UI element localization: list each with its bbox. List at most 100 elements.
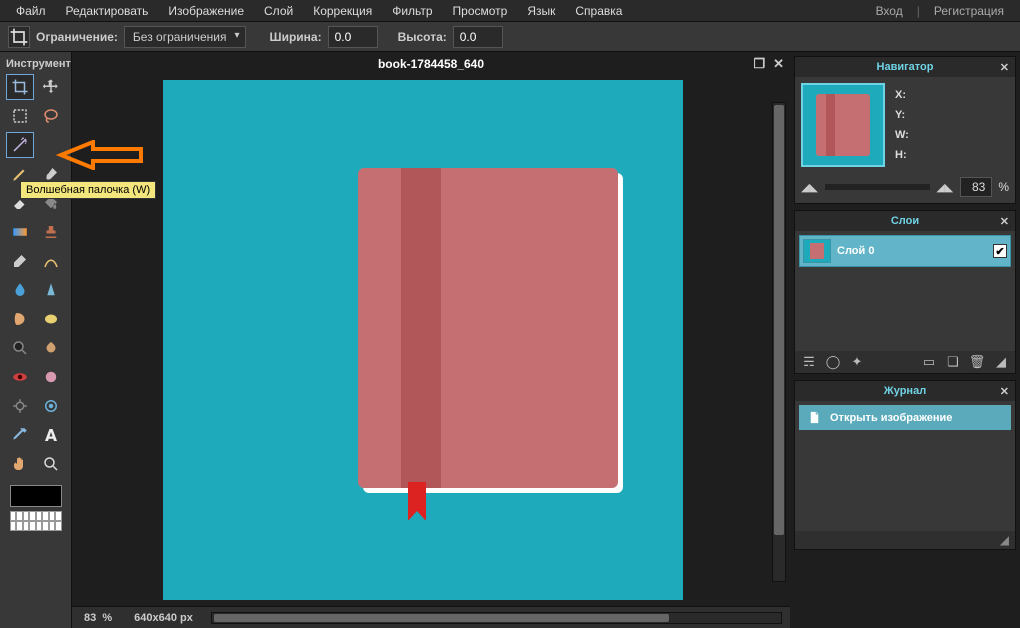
menu-help[interactable]: Справка [565, 1, 632, 21]
toolbox-title: Инструмент [4, 56, 67, 74]
width-input[interactable]: 0.0 [328, 26, 378, 48]
canvas-area: book-1784458_640 ❐ ✕ 83 % 640x640 px [72, 52, 790, 628]
blur-tool[interactable] [6, 277, 34, 303]
window-restore-icon[interactable]: ❐ [753, 56, 765, 72]
gradient-tool[interactable] [6, 219, 34, 245]
history-resize-icon[interactable]: ◢ [1000, 533, 1009, 547]
layer-visibility-checkbox[interactable]: ✔ [993, 244, 1007, 258]
sharpen-tool[interactable] [37, 277, 65, 303]
dodge-tool[interactable] [6, 335, 34, 361]
foreground-color-swatch[interactable] [10, 485, 62, 507]
layer-style-icon[interactable]: ✦ [849, 354, 865, 370]
lasso-tool[interactable] [37, 103, 65, 129]
height-label: Высота: [398, 30, 447, 44]
login-link[interactable]: Вход [866, 1, 913, 21]
bloat-tool[interactable] [6, 393, 34, 419]
layers-close-icon[interactable]: ✕ [1000, 215, 1009, 228]
spot-heal-tool[interactable] [37, 364, 65, 390]
menu-bar: Файл Редактировать Изображение Слой Корр… [0, 0, 1020, 22]
crop-tool[interactable] [6, 74, 34, 100]
register-link[interactable]: Регистрация [924, 1, 1014, 21]
zoom-tool[interactable] [37, 451, 65, 477]
nav-y-label: Y: [895, 109, 909, 121]
crop-tool-icon [8, 26, 30, 48]
book-spine-shape [401, 168, 441, 488]
nav-h-label: H: [895, 149, 909, 161]
constraint-label: Ограничение: [36, 30, 118, 44]
history-footer: ◢ [795, 531, 1015, 549]
document-title: book-1784458_640 [378, 57, 484, 71]
hand-tool[interactable] [6, 451, 34, 477]
layer-mask-icon[interactable]: ◯ [825, 354, 841, 370]
tool-options-bar: Ограничение: Без ограничения Ширина: 0.0… [0, 22, 1020, 52]
history-close-icon[interactable]: ✕ [1000, 385, 1009, 398]
vertical-scrollbar[interactable] [772, 102, 786, 582]
empty-tool-1 [37, 132, 65, 158]
type-tool[interactable] [37, 422, 65, 448]
window-close-icon[interactable]: ✕ [773, 56, 784, 72]
marquee-tool[interactable] [6, 103, 34, 129]
history-item-label: Открыть изображение [830, 412, 952, 424]
width-label: Ширина: [270, 30, 322, 44]
right-panel-area: Навигатор ✕ X: Y: W: H: ◢◣ ◢◣ 83 % [790, 52, 1020, 628]
navigator-zoom-percent: % [998, 180, 1009, 194]
status-bar: 83 % 640x640 px [72, 606, 790, 628]
zoom-value: 83 [84, 612, 96, 624]
navigator-panel: Навигатор ✕ X: Y: W: H: ◢◣ ◢◣ 83 % [794, 56, 1016, 204]
zoom-slider[interactable] [825, 184, 930, 190]
background-color-swatch[interactable] [10, 511, 62, 531]
draw-tool[interactable] [37, 248, 65, 274]
move-tool[interactable] [37, 74, 65, 100]
layer-new-icon[interactable]: ▭ [921, 354, 937, 370]
book-shape [358, 168, 618, 488]
canvas-viewport[interactable] [72, 76, 790, 606]
stamp-tool[interactable] [37, 219, 65, 245]
menu-lang[interactable]: Язык [517, 1, 565, 21]
navigator-title: Навигатор [877, 61, 934, 73]
smudge-tool[interactable] [6, 306, 34, 332]
eyedropper-tool[interactable] [6, 422, 34, 448]
wand-tooltip: Волшебная палочка (W) [20, 181, 156, 199]
layer-name: Слой 0 [837, 245, 987, 257]
navigator-thumbnail[interactable] [801, 83, 885, 167]
canvas[interactable] [163, 80, 683, 600]
horizontal-scrollbar[interactable] [211, 612, 782, 624]
burn-tool[interactable] [37, 335, 65, 361]
layers-footer: ☴ ◯ ✦ ▭ ❏ 🗑 ◢ [795, 351, 1015, 373]
height-input[interactable]: 0.0 [453, 26, 503, 48]
nav-w-label: W: [895, 129, 909, 141]
document-title-bar: book-1784458_640 ❐ ✕ [72, 52, 790, 76]
history-panel: Журнал ✕ Открыть изображение ◢ [794, 380, 1016, 550]
zoom-in-icon[interactable]: ◢◣ [936, 181, 954, 193]
navigator-zoom-value[interactable]: 83 [960, 177, 992, 197]
menu-image[interactable]: Изображение [158, 1, 254, 21]
layer-resize-icon[interactable]: ◢ [993, 354, 1009, 370]
layers-panel: Слои ✕ Слой 0 ✔ ☴ ◯ ✦ ▭ ❏ 🗑 ◢ [794, 210, 1016, 374]
toolbox: Инструмент [0, 52, 72, 628]
navigator-close-icon[interactable]: ✕ [1000, 61, 1009, 74]
zoom-out-icon[interactable]: ◢◣ [801, 181, 819, 193]
layer-duplicate-icon[interactable]: ❏ [945, 354, 961, 370]
layers-title: Слои [891, 215, 919, 227]
redeye-tool[interactable] [6, 364, 34, 390]
wand-tool[interactable] [6, 132, 34, 158]
menu-layer[interactable]: Слой [254, 1, 303, 21]
menu-view[interactable]: Просмотр [443, 1, 518, 21]
history-item[interactable]: Открыть изображение [799, 405, 1011, 430]
ribbon-shape [408, 482, 426, 520]
constraint-select[interactable]: Без ограничения [124, 26, 246, 48]
layer-settings-icon[interactable]: ☴ [801, 354, 817, 370]
sponge-tool[interactable] [37, 306, 65, 332]
layer-row[interactable]: Слой 0 ✔ [799, 235, 1011, 267]
menu-edit[interactable]: Редактировать [56, 1, 159, 21]
history-title: Журнал [884, 385, 926, 397]
menu-file[interactable]: Файл [6, 1, 56, 21]
menu-adjust[interactable]: Коррекция [303, 1, 382, 21]
layer-delete-icon[interactable]: 🗑 [969, 354, 985, 370]
nav-x-label: X: [895, 89, 909, 101]
document-icon [807, 410, 822, 425]
menu-filter[interactable]: Фильтр [382, 1, 442, 21]
pinch-tool[interactable] [37, 393, 65, 419]
replace-color-tool[interactable] [6, 248, 34, 274]
canvas-dims: 640x640 px [130, 612, 197, 624]
